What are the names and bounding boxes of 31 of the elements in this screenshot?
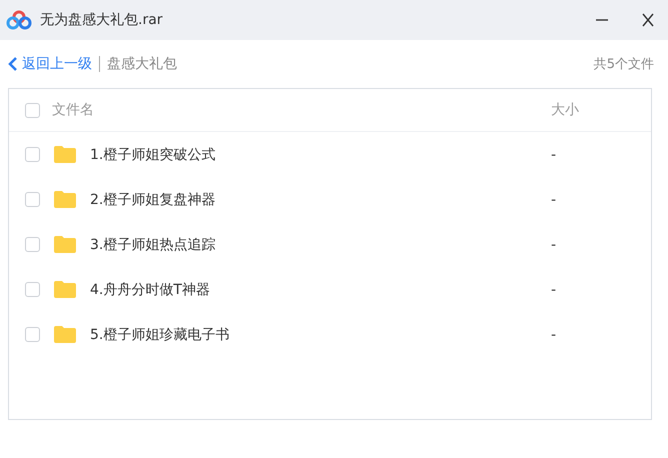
back-link[interactable]: 返回上一级 xyxy=(8,55,92,73)
row-checkbox[interactable] xyxy=(25,327,40,342)
file-name[interactable]: 3.橙子师姐热点追踪 xyxy=(90,236,551,254)
folder-icon xyxy=(54,326,76,343)
select-all-checkbox[interactable] xyxy=(25,102,40,118)
row-checkbox[interactable] xyxy=(25,147,40,162)
file-size: - xyxy=(551,326,558,342)
row-checkbox[interactable] xyxy=(25,282,40,297)
file-name[interactable]: 5.橙子师姐珍藏电子书 xyxy=(90,326,551,344)
chevron-left-icon xyxy=(8,57,18,71)
file-count: 共5个文件 xyxy=(594,56,654,73)
column-header: 大小 xyxy=(551,101,580,119)
file-name[interactable]: 2.橙子师姐复盘神器 xyxy=(90,190,551,208)
file-name[interactable]: 4.舟舟分时做T神器 xyxy=(90,280,551,298)
file-size: - xyxy=(551,236,558,252)
close-icon xyxy=(640,12,656,28)
file-size: - xyxy=(551,192,558,208)
cloud-logo-icon xyxy=(6,10,32,30)
folder-icon xyxy=(54,281,76,298)
row-checkbox[interactable] xyxy=(25,192,40,207)
folder-icon xyxy=(54,146,76,163)
breadcrumb-path: 盘感大礼包 xyxy=(107,55,178,73)
minimize-icon xyxy=(596,19,608,21)
window-title: 无为盘感大礼包.rar xyxy=(40,11,164,29)
file-size: - xyxy=(551,146,558,162)
row-checkbox[interactable] xyxy=(25,237,40,252)
column-header: 文件名 xyxy=(52,101,94,119)
file-name[interactable]: 1.橙子师姐突破公式 xyxy=(90,146,551,164)
file-size: - xyxy=(551,282,558,298)
folder-icon xyxy=(54,236,76,253)
folder-icon xyxy=(54,191,76,208)
